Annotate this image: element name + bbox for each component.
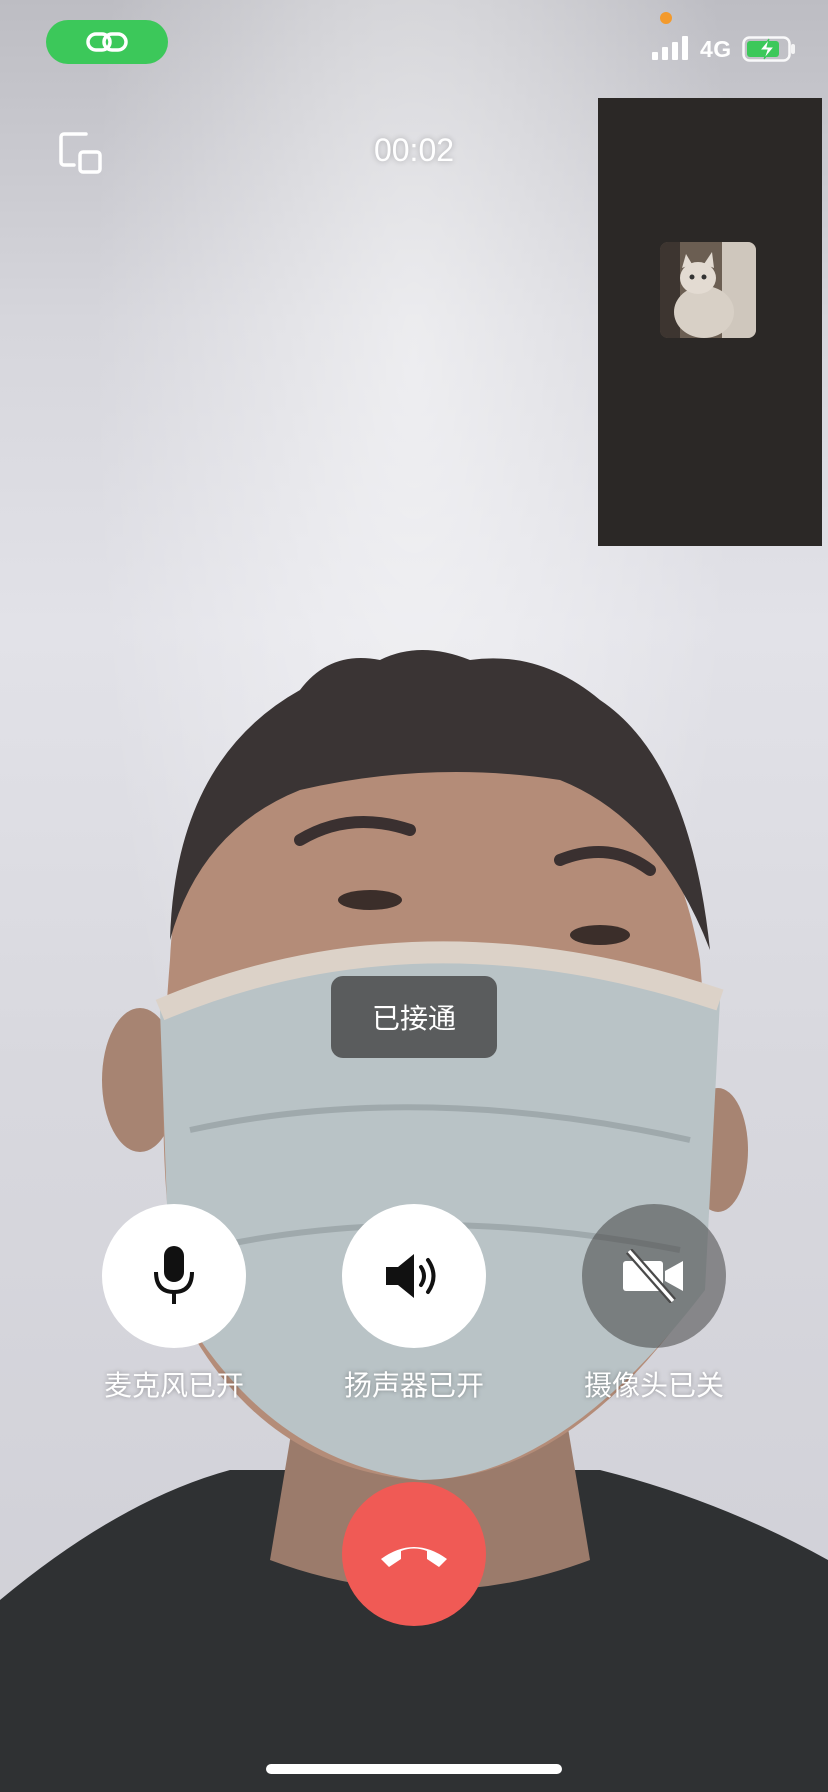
mic-button[interactable] [102, 1204, 246, 1348]
camera-control[interactable]: 摄像头已关 [582, 1204, 726, 1404]
camera-off-icon [623, 1249, 683, 1303]
speaker-label: 扬声器已开 [343, 1369, 484, 1402]
speaker-control[interactable]: 扬声器已开 [342, 1204, 486, 1404]
hangup-phone-icon [381, 1547, 447, 1567]
network-type: 4G [700, 36, 732, 62]
status-bar: 4G [0, 0, 828, 90]
speaker-button[interactable] [342, 1204, 486, 1348]
camera-button[interactable] [582, 1204, 726, 1348]
signal-bars-icon [652, 36, 688, 60]
mic-control[interactable]: 麦克风已开 [102, 1204, 246, 1404]
mic-label: 麦克风已开 [103, 1369, 244, 1402]
local-video-preview[interactable] [598, 98, 822, 546]
home-indicator[interactable] [266, 1764, 562, 1774]
hangup-button[interactable] [342, 1482, 486, 1626]
connected-toast: 已接通 [331, 976, 497, 1058]
ongoing-call-pill[interactable] [46, 20, 168, 64]
privacy-indicator-dot [660, 12, 672, 24]
camera-label: 摄像头已关 [583, 1369, 724, 1402]
link-icon [86, 32, 128, 52]
cat-avatar [660, 242, 756, 338]
speaker-icon [386, 1254, 436, 1298]
battery-charging-icon [742, 36, 795, 62]
microphone-icon [154, 1246, 194, 1304]
